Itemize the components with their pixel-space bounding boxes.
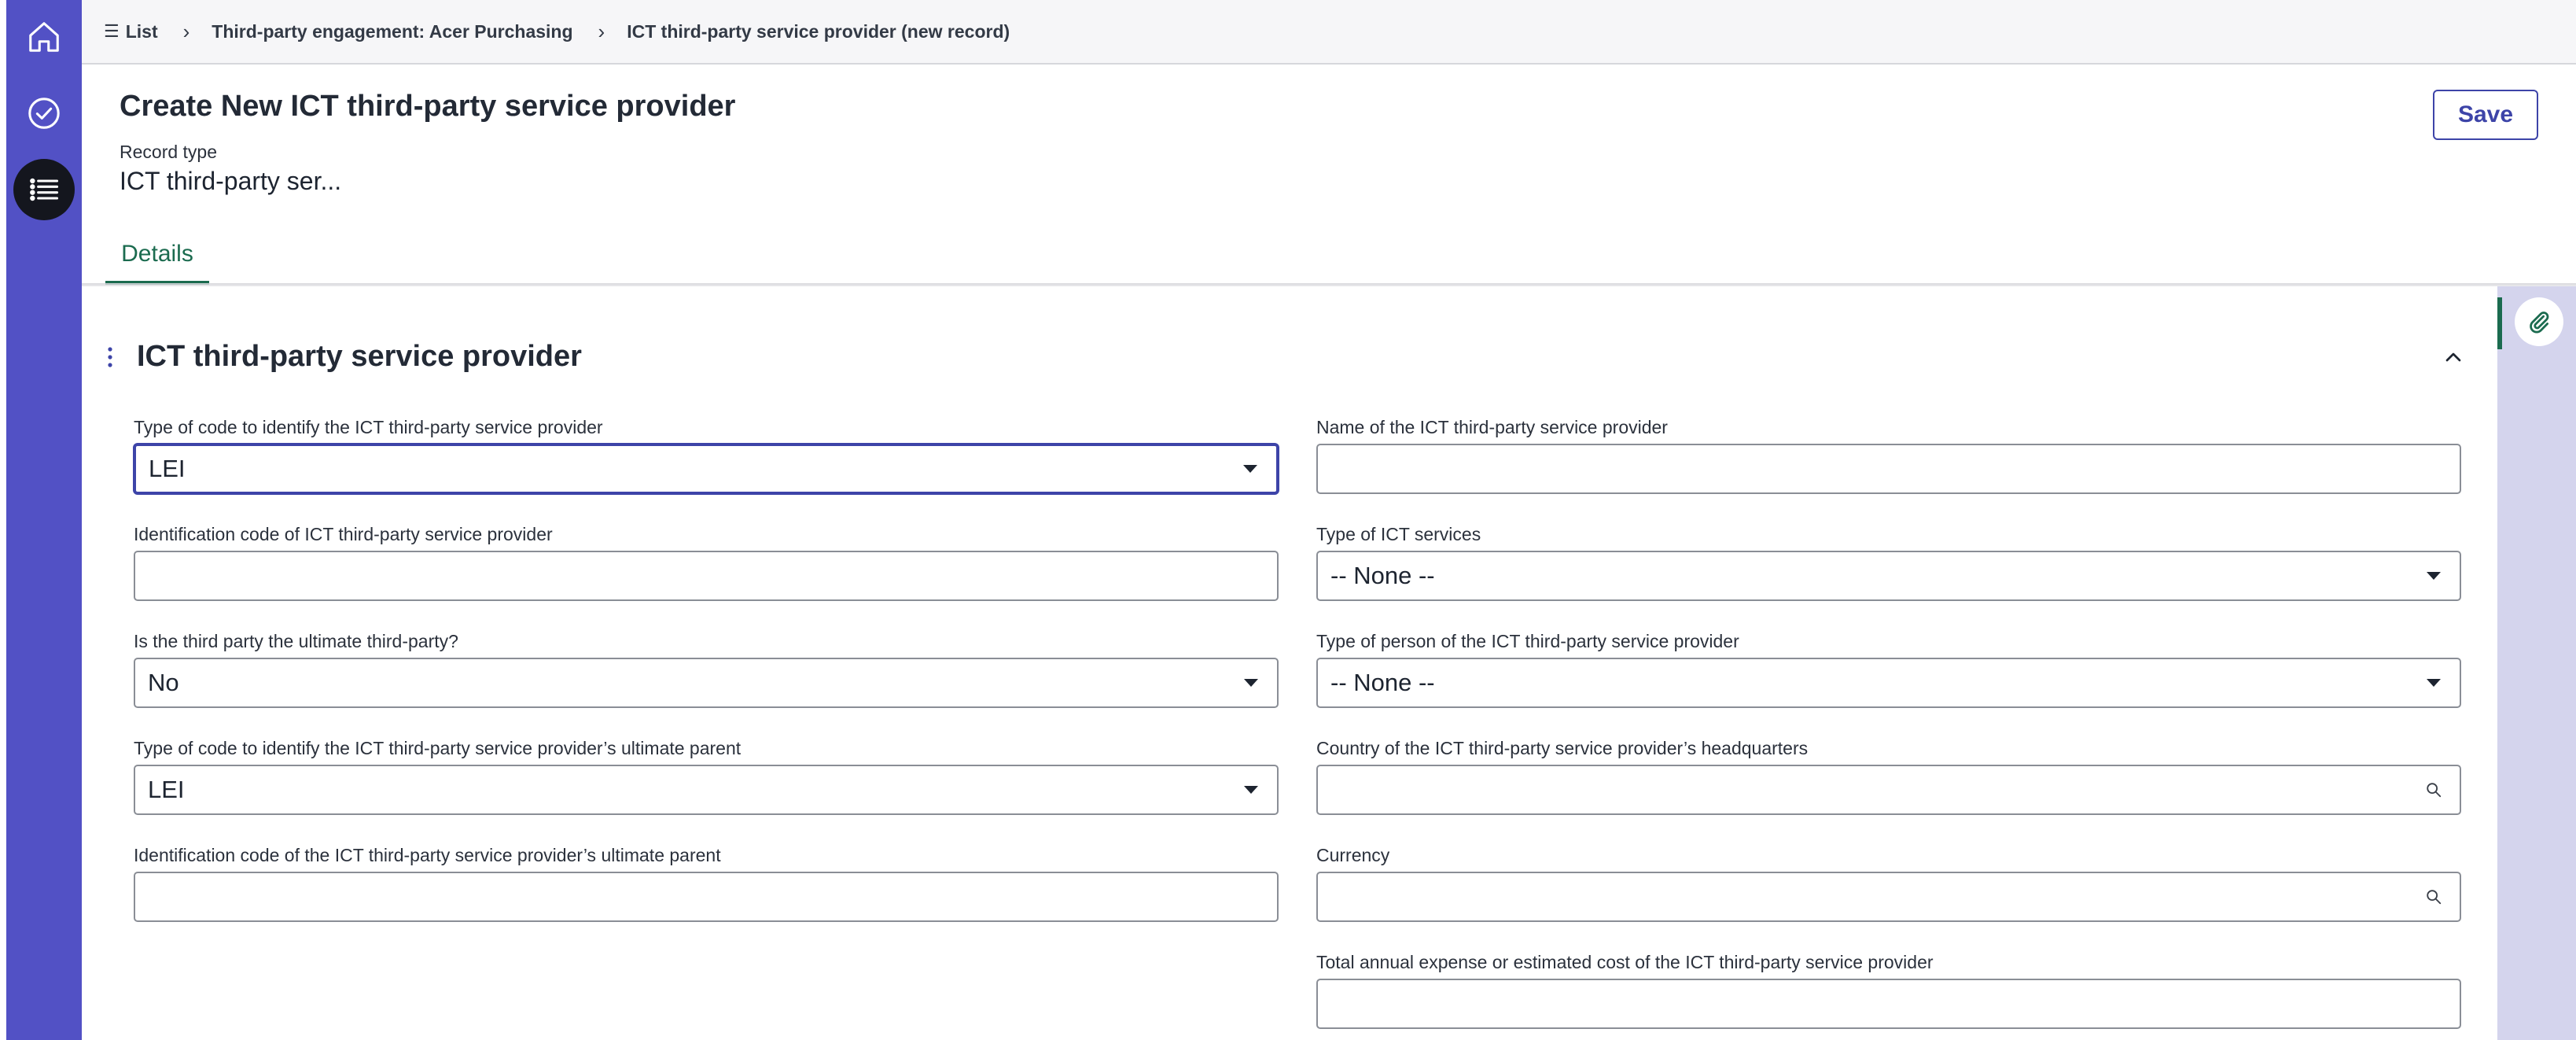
chevron-up-icon[interactable] bbox=[2441, 345, 2466, 370]
list-icon bbox=[30, 178, 59, 201]
field-label: Country of the ICT third-party service p… bbox=[1316, 738, 1809, 758]
field-label: Type of code to identify the ICT third-p… bbox=[134, 738, 742, 758]
field-is-ultimate-third-party: Is the third party the ultimate third-pa… bbox=[134, 629, 1279, 708]
field-label: Identification code of ICT third-party s… bbox=[134, 524, 553, 544]
dropdown-caret-icon bbox=[1244, 786, 1258, 794]
home-button[interactable] bbox=[19, 12, 69, 62]
ultimate-parent-identification-code-input[interactable] bbox=[134, 872, 1279, 922]
provider-name-input[interactable] bbox=[1316, 444, 2461, 494]
total-annual-expense-input[interactable] bbox=[1316, 979, 2461, 1029]
field-ultimate-parent-identification-code: Identification code of the ICT third-par… bbox=[134, 843, 1279, 922]
ultimate-parent-code-type-select[interactable]: LEI bbox=[134, 765, 1279, 815]
ict-services-type-select[interactable]: -- None -- bbox=[1316, 551, 2461, 601]
field-ict-services-type: Type of ICT services -- None -- bbox=[1316, 522, 2461, 601]
list-small-icon: ☰ bbox=[104, 21, 120, 41]
right-utility-rail bbox=[2497, 286, 2576, 1040]
dropdown-caret-icon bbox=[2427, 572, 2441, 580]
select-value: LEI bbox=[148, 776, 185, 803]
list-button[interactable] bbox=[13, 159, 75, 220]
field-label: Type of ICT services bbox=[1316, 524, 1481, 544]
save-button[interactable]: Save bbox=[2433, 90, 2538, 140]
section-title: ICT third-party service provider bbox=[137, 340, 582, 373]
field-provider-code-type: Type of code to identify the ICT third-p… bbox=[134, 415, 1279, 494]
field-label: Currency bbox=[1316, 845, 1390, 865]
field-provider-identification-code: Identification code of ICT third-party s… bbox=[134, 522, 1279, 601]
is-ultimate-third-party-select[interactable]: No bbox=[134, 658, 1279, 708]
page-title: Create New ICT third-party service provi… bbox=[120, 90, 736, 123]
provider-identification-code-input[interactable] bbox=[134, 551, 1279, 601]
attachments-button[interactable] bbox=[2515, 297, 2563, 346]
dropdown-caret-icon bbox=[2427, 679, 2441, 687]
home-icon bbox=[29, 22, 59, 52]
select-value: -- None -- bbox=[1330, 562, 1435, 589]
tab-details[interactable]: Details bbox=[105, 241, 209, 285]
field-person-type: Type of person of the ICT third-party se… bbox=[1316, 629, 2461, 708]
record-type-label: Record type bbox=[120, 142, 218, 162]
headquarters-country-lookup[interactable] bbox=[1316, 765, 2461, 815]
field-headquarters-country: Country of the ICT third-party service p… bbox=[1316, 736, 2461, 815]
breadcrumb: ☰ List › Third-party engagement: Acer Pu… bbox=[82, 0, 2576, 65]
approvals-button[interactable] bbox=[19, 88, 69, 138]
field-label: Is the third party the ultimate third-pa… bbox=[134, 631, 458, 651]
form-content: ICT third-party service provider Type of… bbox=[82, 286, 2497, 1040]
field-label: Type of code to identify the ICT third-p… bbox=[134, 417, 603, 437]
chevron-right-icon: › bbox=[182, 19, 190, 43]
breadcrumb-list-link[interactable]: List bbox=[126, 21, 158, 42]
provider-code-type-select[interactable]: LEI bbox=[134, 444, 1279, 494]
person-type-select[interactable]: -- None -- bbox=[1316, 658, 2461, 708]
currency-lookup[interactable] bbox=[1316, 872, 2461, 922]
chevron-right-icon: › bbox=[598, 19, 605, 43]
field-label: Total annual expense or estimated cost o… bbox=[1316, 952, 1934, 972]
select-value: No bbox=[148, 669, 179, 696]
drag-handle-icon[interactable] bbox=[105, 345, 115, 369]
active-marker bbox=[2497, 297, 2502, 349]
field-label: Name of the ICT third-party service prov… bbox=[1316, 417, 1668, 437]
record-header: Create New ICT third-party service provi… bbox=[82, 65, 2576, 285]
nav-rail bbox=[6, 0, 82, 1040]
search-icon[interactable] bbox=[2425, 888, 2442, 905]
field-label: Identification code of the ICT third-par… bbox=[134, 845, 721, 865]
breadcrumb-parent-link[interactable]: Third-party engagement: Acer Purchasing bbox=[212, 21, 572, 42]
field-total-annual-expense: Total annual expense or estimated cost o… bbox=[1316, 950, 2461, 1029]
field-provider-name: Name of the ICT third-party service prov… bbox=[1316, 415, 2461, 494]
record-type-value: ICT third-party ser... bbox=[120, 167, 342, 195]
field-label: Type of person of the ICT third-party se… bbox=[1316, 631, 1739, 651]
dropdown-caret-icon bbox=[1244, 679, 1258, 687]
select-value: LEI bbox=[149, 455, 186, 482]
search-icon[interactable] bbox=[2425, 781, 2442, 798]
breadcrumb-current: ICT third-party service provider (new re… bbox=[627, 20, 1010, 42]
dropdown-caret-icon bbox=[1243, 465, 1257, 473]
select-value: -- None -- bbox=[1330, 669, 1435, 696]
field-ultimate-parent-code-type: Type of code to identify the ICT third-p… bbox=[134, 736, 1279, 815]
paperclip-icon bbox=[2530, 312, 2549, 334]
check-circle-icon bbox=[28, 98, 60, 129]
field-currency: Currency bbox=[1316, 843, 2461, 922]
